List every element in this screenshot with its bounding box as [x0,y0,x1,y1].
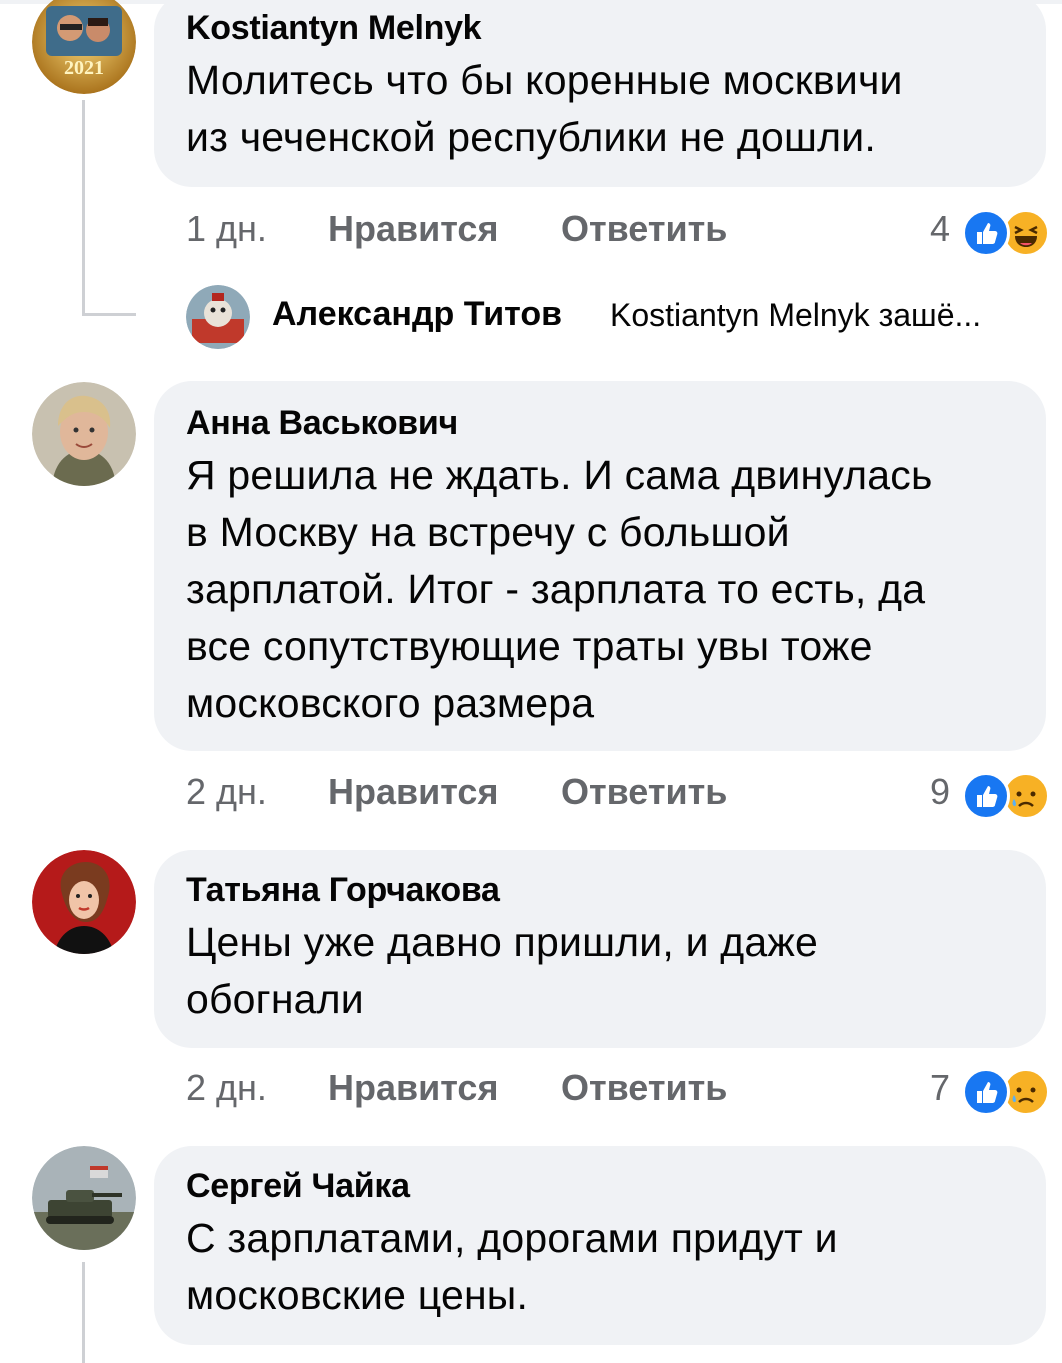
comment-time[interactable]: 1 дн. [186,204,267,254]
comment-actions: 1 дн. Нравится Ответить 4 [186,204,1050,257]
comment-line: московского размера [186,680,595,726]
avatar-kostiantyn[interactable]: 2021 [32,0,136,94]
avatar-tatyana[interactable] [32,850,136,954]
like-button[interactable]: Нравится [328,1063,498,1113]
avatar-anna[interactable] [32,382,136,486]
comment-actions: 2 дн. Нравится Ответить 7 [186,1063,1050,1116]
comment-line: из чеченской республики не дошли. [186,114,876,160]
reply-preview-text[interactable]: Kostiantyn Melnyk зашё... [610,297,981,334]
comment-line: московские цены. [186,1272,529,1318]
comment-line: все сопутствующие траты увы тоже [186,623,873,669]
comment-bubble: Татьяна Горчакова Цены уже давно пришли,… [154,850,1046,1048]
comment-time[interactable]: 2 дн. [186,767,267,817]
comment-text: Цены уже давно пришли, и даже обогнали [186,914,1022,1028]
comment-author[interactable]: Татьяна Горчакова [186,870,1022,910]
like-button[interactable]: Нравится [328,767,498,817]
comment-text: Молитесь что бы коренные москвичи из чеч… [186,52,1022,166]
like-icon[interactable] [962,1068,1010,1116]
like-icon[interactable] [962,772,1010,820]
comment-bubble: Kostiantyn Melnyk Молитесь что бы коренн… [154,0,1046,187]
reply-preview-row[interactable]: Александр Титов Kostiantyn Melnyk зашё..… [186,285,1046,349]
thread-connector [82,313,136,316]
comment-author[interactable]: Kostiantyn Melnyk [186,8,1022,48]
reaction-count[interactable]: 7 [930,1063,950,1113]
comment-bubble: Анна Васькович Я решила не ждать. И сама… [154,381,1046,751]
comment-line: Молитесь что бы коренные москвичи [186,57,903,103]
avatar-sergey[interactable] [32,1146,136,1250]
comment-text: С зарплатами, дорогами придут и московск… [186,1210,1022,1324]
thread-line [82,100,85,316]
reply-button[interactable]: Ответить [561,204,727,254]
reply-button[interactable]: Ответить [561,767,727,817]
comment-author[interactable]: Анна Васькович [186,403,1022,443]
comment-line: С зарплатами, дорогами придут и [186,1215,838,1261]
comment-bubble: Сергей Чайка С зарплатами, дорогами прид… [154,1146,1046,1345]
comment-text: Я решила не ждать. И сама двинулась в Мо… [186,447,1022,732]
comment-line: обогнали [186,976,364,1022]
comment-actions: 2 дн. Нравится Ответить 9 [186,767,1050,820]
like-icon[interactable] [962,209,1010,257]
thread-line [82,1262,85,1363]
comment-line: Цены уже давно пришли, и даже [186,919,819,965]
comment-time[interactable]: 2 дн. [186,1063,267,1113]
comment-line: Я решила не ждать. И сама двинулась [186,452,933,498]
comment-author[interactable]: Сергей Чайка [186,1166,1022,1206]
avatar-badge: 2021 [64,57,104,79]
reply-author[interactable]: Александр Титов [272,295,562,334]
comment-line: зарплатой. Итог - зарплата то есть, да [186,566,926,612]
reply-button[interactable]: Ответить [561,1063,727,1113]
comment-line: в Москву на встречу с большой [186,509,790,555]
like-button[interactable]: Нравится [328,204,498,254]
reaction-count[interactable]: 4 [930,204,950,254]
reaction-count[interactable]: 9 [930,767,950,817]
avatar-aleksandr[interactable] [186,285,250,349]
